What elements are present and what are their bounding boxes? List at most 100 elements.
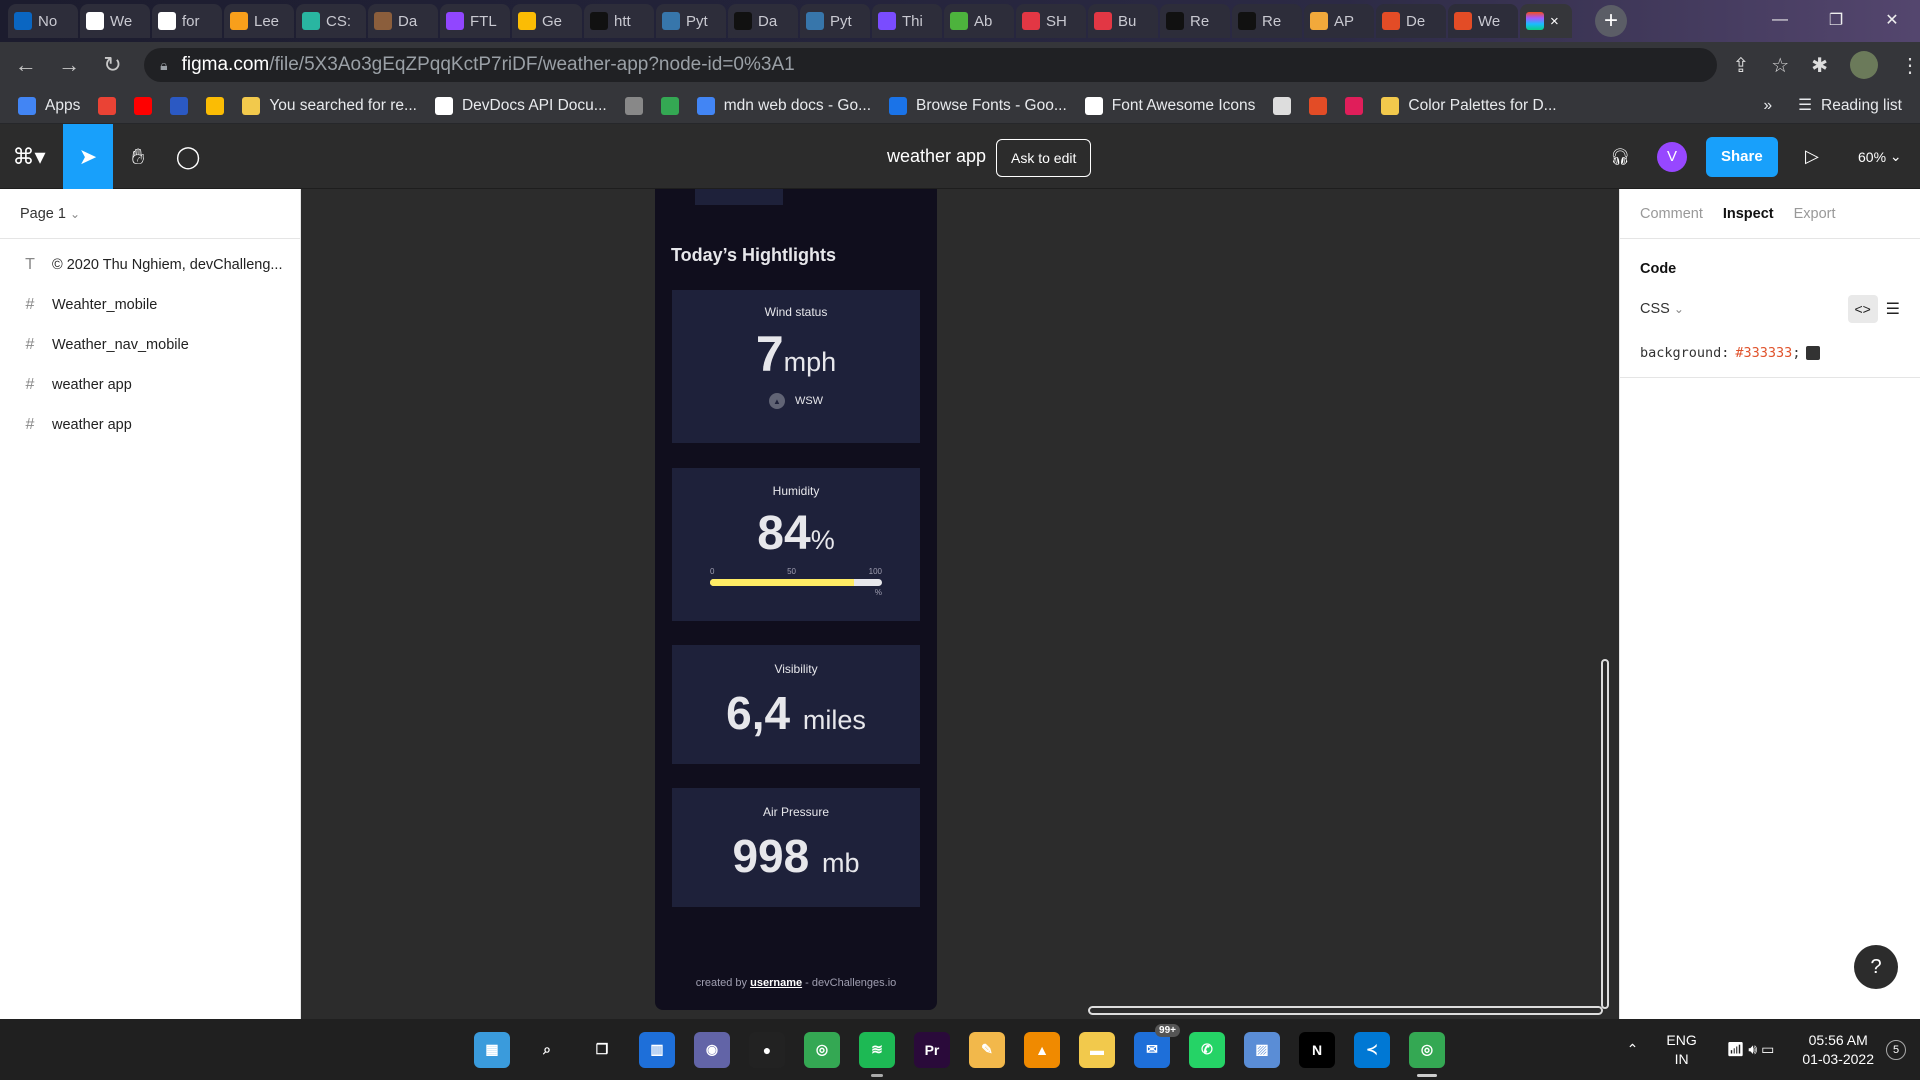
browser-tab[interactable]: Pyt: [656, 4, 726, 38]
whatsapp-icon[interactable]: ✆: [1189, 1031, 1225, 1068]
vscode-icon[interactable]: ≺: [1354, 1031, 1390, 1068]
bookmark-item[interactable]: Apps: [18, 96, 80, 115]
bookmark-item[interactable]: [170, 96, 189, 115]
clock[interactable]: 05:56 AM 01-03-2022: [1802, 1031, 1874, 1069]
close-icon[interactable]: ✕: [1864, 0, 1920, 40]
notifications-badge[interactable]: 5: [1886, 1039, 1906, 1060]
more-bookmarks-button[interactable]: »: [1763, 97, 1772, 115]
ask-to-edit-button[interactable]: Ask to edit: [996, 139, 1092, 177]
vlc-icon[interactable]: ▲: [1024, 1031, 1060, 1068]
widgets-icon[interactable]: ▥: [639, 1031, 675, 1068]
css-code-line[interactable]: background: #333333;: [1620, 323, 1920, 378]
input-language[interactable]: ENG IN: [1666, 1031, 1696, 1069]
chrome-icon[interactable]: ◎: [804, 1031, 840, 1068]
spotify-icon[interactable]: ≋: [859, 1031, 895, 1077]
bookmark-item[interactable]: mdn web docs - Go...: [696, 96, 871, 115]
audio-call-icon[interactable]: 🎧︎: [1610, 124, 1630, 189]
reload-icon[interactable]: ↻: [95, 47, 130, 83]
tray-overflow-icon[interactable]: ⌃: [1627, 1041, 1639, 1058]
browser-tab[interactable]: Re: [1160, 4, 1230, 38]
browser-tab[interactable]: FTL: [440, 4, 510, 38]
minimize-icon[interactable]: —: [1752, 0, 1808, 40]
browser-tab[interactable]: Ab: [944, 4, 1014, 38]
browser-tab[interactable]: for: [152, 4, 222, 38]
teams-chat-icon[interactable]: ◉: [694, 1031, 730, 1068]
active-browser-tab[interactable]: ×: [1520, 4, 1572, 38]
bookmark-item[interactable]: [98, 96, 117, 115]
browser-tab[interactable]: Da: [728, 4, 798, 38]
bookmark-item[interactable]: [134, 96, 153, 115]
browser-tab[interactable]: Re: [1232, 4, 1302, 38]
code-view-icon[interactable]: <>: [1847, 295, 1878, 323]
bookmark-item[interactable]: [1345, 96, 1364, 115]
bookmark-item[interactable]: [206, 96, 225, 115]
browser-tab[interactable]: Da: [368, 4, 438, 38]
browser-tab[interactable]: No: [8, 4, 78, 38]
zoom-menu[interactable]: 60% ⌄: [1858, 124, 1902, 189]
bookmark-item[interactable]: [1309, 96, 1328, 115]
restore-icon[interactable]: ❐: [1808, 0, 1864, 40]
forward-icon[interactable]: →: [51, 47, 86, 83]
bookmark-item[interactable]: [1273, 96, 1292, 115]
layer-item[interactable]: # Weahter_mobile: [0, 285, 300, 325]
mail-icon[interactable]: ✉ 99+: [1134, 1023, 1180, 1068]
paint-icon[interactable]: ✎: [969, 1031, 1005, 1068]
layer-item[interactable]: # weather app: [0, 405, 300, 445]
tab-export[interactable]: Export: [1794, 206, 1836, 222]
bookmark-item[interactable]: Color Palettes for D...: [1381, 96, 1557, 115]
premiere-icon[interactable]: Pr: [914, 1031, 950, 1068]
comment-tool-icon[interactable]: ◯: [163, 124, 213, 189]
bookmark-item[interactable]: Browse Fonts - Goo...: [889, 96, 1067, 115]
task-view-icon[interactable]: ❐: [584, 1032, 620, 1068]
bookmark-item[interactable]: [624, 96, 643, 115]
file-explorer-icon[interactable]: ▬: [1079, 1031, 1115, 1068]
layer-item[interactable]: T © 2020 Thu Nghiem, devChalleng...: [0, 245, 300, 285]
help-button[interactable]: ?: [1854, 945, 1898, 989]
bookmark-star-icon[interactable]: ☆: [1771, 53, 1789, 78]
chrome-icon[interactable]: ◎: [1409, 1031, 1445, 1077]
new-tab-button[interactable]: +: [1595, 5, 1627, 37]
bookmark-item[interactable]: You searched for re...: [242, 96, 417, 115]
close-tab-icon[interactable]: ×: [1550, 13, 1559, 30]
browser-menu-icon[interactable]: ⋮: [1900, 53, 1920, 78]
windows-start-icon[interactable]: ▦: [474, 1031, 510, 1068]
tab-inspect[interactable]: Inspect: [1723, 206, 1774, 222]
list-view-icon[interactable]: ☰: [1886, 299, 1900, 319]
search-icon[interactable]: ⌕: [529, 1032, 565, 1068]
layer-item[interactable]: # Weather_nav_mobile: [0, 325, 300, 365]
move-tool-icon[interactable]: ➤: [63, 124, 113, 189]
language-select[interactable]: CSS ⌄: [1640, 301, 1684, 317]
hand-tool-icon[interactable]: ✋︎: [113, 124, 163, 189]
browser-tab[interactable]: We: [80, 4, 150, 38]
browser-tab[interactable]: SH: [1016, 4, 1086, 38]
present-icon[interactable]: ▷: [1805, 124, 1819, 189]
weather-mobile-frame[interactable]: Today’s Hightlights Wind status 7mph ▲ W…: [655, 189, 937, 1010]
browser-tab[interactable]: Ge: [512, 4, 582, 38]
browser-tab[interactable]: AP: [1304, 4, 1374, 38]
page-selector[interactable]: Page 1 ⌄: [0, 189, 300, 239]
photos-icon[interactable]: ▨: [1244, 1031, 1280, 1068]
browser-tab[interactable]: Bu: [1088, 4, 1158, 38]
volume-icon[interactable]: 🔊︎: [1748, 1041, 1757, 1058]
back-icon[interactable]: ←: [8, 47, 43, 83]
netflix-icon[interactable]: N: [1299, 1031, 1335, 1068]
wifi-icon[interactable]: 📶︎: [1727, 1041, 1745, 1058]
share-page-icon[interactable]: ⇪: [1733, 53, 1750, 78]
browser-tab[interactable]: De: [1376, 4, 1446, 38]
url-field[interactable]: 🔒︎ figma.com/file/5X3Ao3gEqZPqqKctP7riDF…: [144, 48, 1717, 82]
reading-list-button[interactable]: ☰ Reading list: [1798, 96, 1902, 115]
extensions-icon[interactable]: ✱: [1811, 53, 1828, 78]
horizontal-scrollbar[interactable]: [1088, 1006, 1603, 1015]
bookmark-item[interactable]: Font Awesome Icons: [1084, 96, 1255, 115]
browser-tab[interactable]: Pyt: [800, 4, 870, 38]
browser-tab[interactable]: Thi: [872, 4, 942, 38]
tab-comment[interactable]: Comment: [1640, 206, 1703, 222]
bookmark-item[interactable]: [660, 96, 679, 115]
footer-username-link[interactable]: username: [750, 977, 802, 989]
user-avatar[interactable]: V: [1657, 141, 1687, 172]
design-canvas[interactable]: Today’s Hightlights Wind status 7mph ▲ W…: [301, 189, 1619, 1019]
share-button[interactable]: Share: [1706, 136, 1778, 177]
figma-menu-icon[interactable]: ⌘▾: [0, 124, 58, 189]
browser-tab[interactable]: We: [1448, 4, 1518, 38]
browser-tab[interactable]: CS:: [296, 4, 366, 38]
